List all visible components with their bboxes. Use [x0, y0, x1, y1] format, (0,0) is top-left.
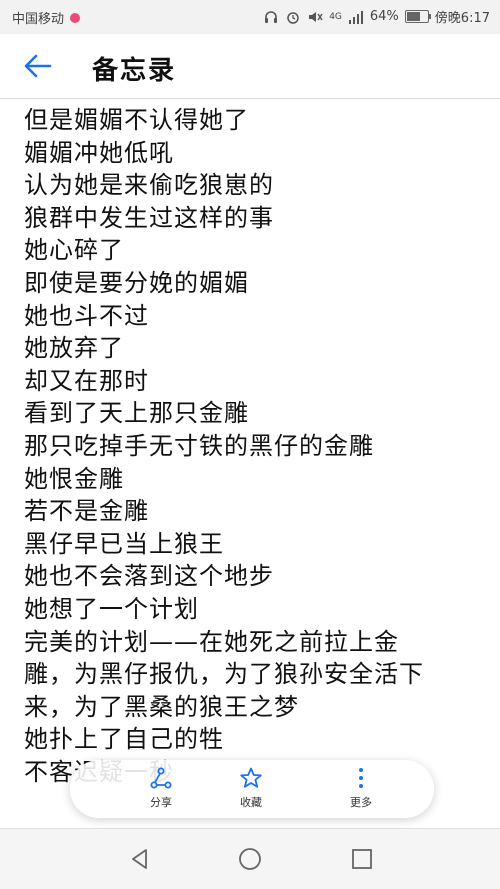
battery-percent: 64%	[369, 9, 399, 24]
square-recents-icon	[352, 849, 372, 869]
share-label: 分享	[150, 796, 172, 809]
note-line: 她扑上了自己的牲	[24, 725, 224, 754]
nav-home-button[interactable]	[238, 847, 262, 871]
note-line: 她想了一个计划	[24, 595, 199, 623]
share-button[interactable]: 分享	[116, 766, 206, 814]
alarm-icon	[285, 9, 301, 25]
carrier-name: 中国移动	[12, 12, 65, 27]
favorite-button[interactable]: 收藏	[206, 766, 296, 814]
favorite-label: 收藏	[240, 796, 262, 809]
nav-back-button[interactable]	[128, 847, 152, 871]
back-button[interactable]	[22, 52, 54, 80]
note-line: 完美的计划——在她死之前拉上金	[24, 627, 399, 656]
page-title: 备忘录	[92, 56, 177, 86]
note-line: 黑仔早已当上狼王	[24, 529, 224, 558]
note-line: 她恨金雕	[24, 464, 124, 493]
status-right: 4G 64% 傍晚6:17	[263, 7, 490, 26]
note-line: 认为她是来偷吃狼崽的	[24, 171, 274, 200]
battery-icon	[404, 10, 431, 23]
note-line: 但是媚媚不认得她了	[24, 106, 249, 134]
note-body[interactable]: 但是媚媚不认得她了 媚媚冲她低吼认为她是来偷吃狼崽的 狼群中发生过这样的事 她心碎了即…	[0, 100, 500, 820]
note-line: 那只吃掉手无寸铁的黑仔的金雕	[24, 432, 374, 460]
note-line: 看到了天上那只金雕	[24, 399, 249, 428]
notification-dot-icon	[70, 12, 81, 23]
network-type: 4G	[329, 11, 342, 22]
more-button[interactable]: 更多	[316, 766, 406, 814]
app-header: 备忘录	[0, 34, 500, 99]
mute-icon	[307, 9, 323, 25]
note-line: 狼群中发生过这样的事	[24, 203, 274, 232]
more-label: 更多	[350, 796, 372, 809]
nav-recents-button[interactable]	[350, 847, 374, 871]
note-line: 即使是要分娩的媚媚	[24, 269, 249, 297]
note-line: 若不是金雕	[24, 497, 149, 526]
note-line: 媚媚冲她低吼	[24, 138, 174, 167]
more-vertical-icon	[359, 768, 363, 788]
status-bar: 中国移动 4G 64% 傍晚6:17	[0, 0, 500, 34]
note-line: 来，为了黑桑的狼王之梦	[24, 692, 299, 721]
back-arrow-icon	[24, 54, 52, 78]
note-line: 雕，为黑仔报仇，为了狼孙安全活下	[24, 660, 424, 689]
battery-level	[406, 12, 420, 21]
clock: 傍晚6:17	[434, 11, 490, 26]
system-nav-bar	[0, 828, 500, 889]
note-line: 她也斗不过	[24, 301, 149, 330]
headphones-icon	[263, 9, 279, 25]
note-line: 她放弃了	[24, 334, 124, 363]
star-icon	[240, 767, 262, 788]
status-left: 中国移动	[12, 8, 81, 27]
note-toolbar: 分享 收藏 更多	[70, 760, 434, 818]
signal-icon	[348, 9, 364, 25]
note-line: 却又在那时	[24, 366, 149, 395]
share-icon	[150, 767, 172, 789]
note-line: 她也不会落到这个地步	[24, 562, 274, 591]
note-line: 她心碎了	[24, 236, 124, 265]
circle-home-icon	[239, 848, 261, 870]
triangle-back-icon	[132, 849, 147, 869]
